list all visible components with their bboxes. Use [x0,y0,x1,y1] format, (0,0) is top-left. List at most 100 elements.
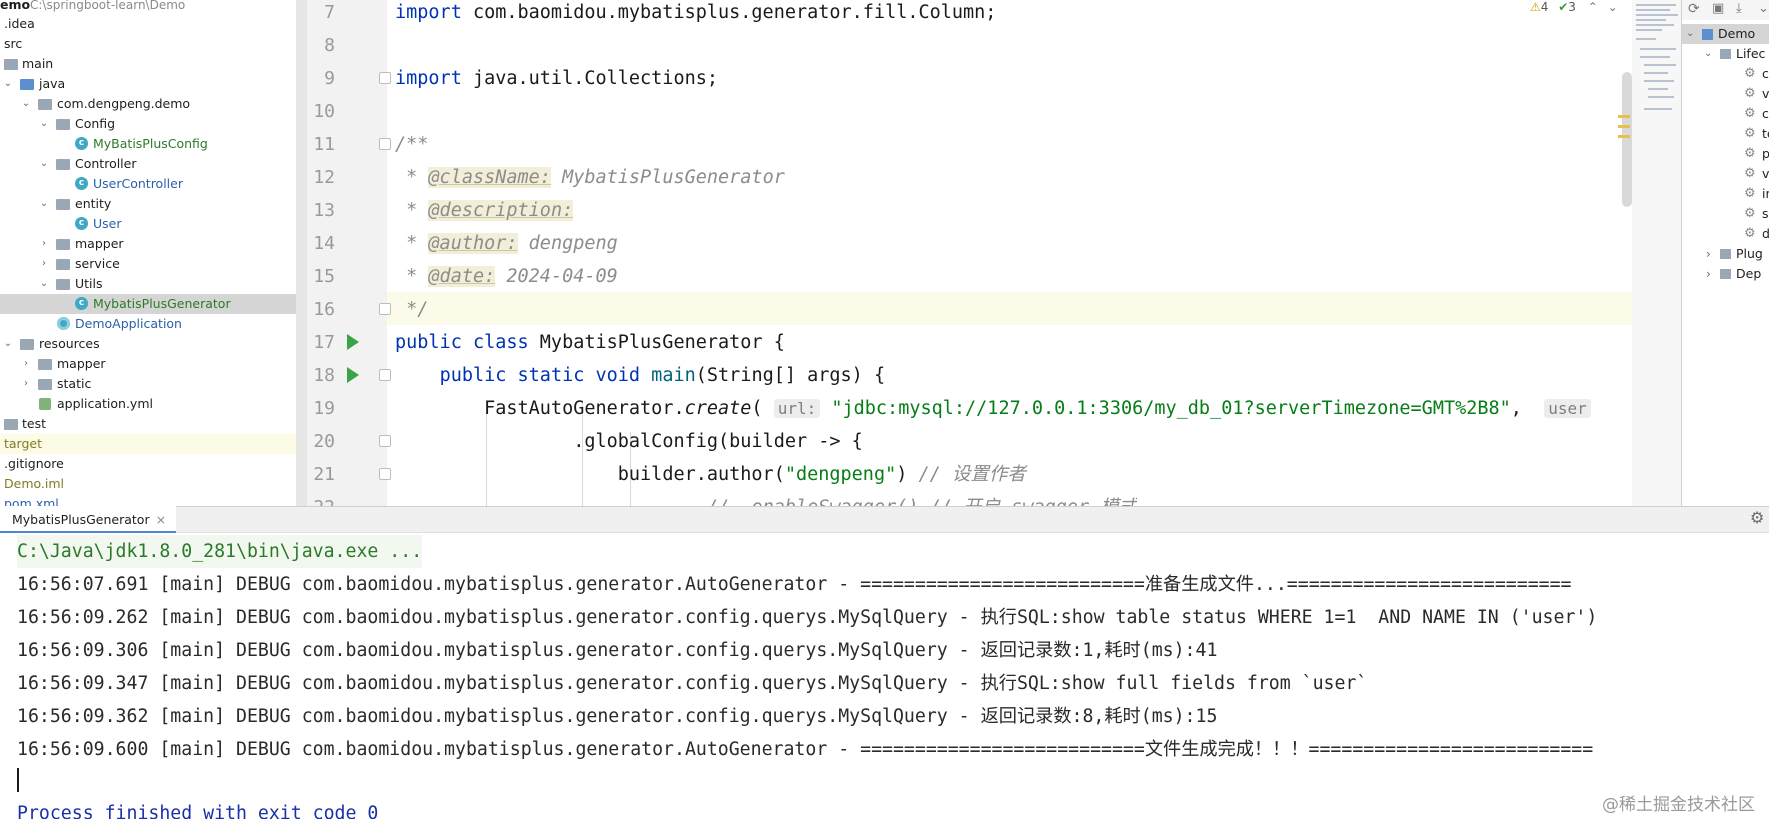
tree-item-res-mapper[interactable]: › mapper [0,354,305,374]
maven-phase-label: v [1762,86,1769,101]
minimap-line [1648,96,1674,98]
chevron-down-icon[interactable]: ⌄ [2,334,14,354]
tree-item-static[interactable]: › static [0,374,305,394]
tree-item-controller[interactable]: ⌄ Controller [0,154,305,174]
run-tab[interactable]: MybatisPlusGenerator × [0,506,177,533]
code-text: ( [751,398,774,419]
chevron-right-icon[interactable]: › [1706,244,1711,264]
tree-item-demoapplication[interactable]: DemoApplication [0,314,305,334]
chevron-down-icon[interactable]: ⌄ [38,114,50,134]
folder-icon [38,379,52,390]
warning-marker[interactable] [1618,125,1630,128]
chevron-down-icon[interactable]: ⌄ [1608,0,1618,14]
project-scrollbar-track[interactable] [296,0,307,506]
download-icon[interactable]: ⤓ [1736,1,1742,16]
tree-item-label: MyBatisPlusConfig [93,136,208,151]
text-caret [17,768,19,792]
tree-item-usercontroller[interactable]: c UserController [0,174,305,194]
tree-item-utils[interactable]: ⌄ Utils [0,274,305,294]
warning-marker[interactable] [1618,115,1630,118]
maven-project-demo[interactable]: ⌄ Demo [1682,24,1769,44]
chevron-right-icon[interactable]: › [1706,264,1711,284]
inspections-widget[interactable]: ⚠4 ✔3 ⌃ ⌄ [1530,0,1630,20]
line-number: 11 [313,134,335,155]
console-line: 16:56:09.600 [main] DEBUG com.baomidou.m… [17,739,1594,760]
tree-item-label: entity [75,196,112,211]
minimap-line [1648,88,1668,90]
run-tab-label: MybatisPlusGenerator [12,512,150,527]
tree-item-package[interactable]: ⌄ com.dengpeng.demo [0,94,305,114]
close-icon[interactable]: × [156,512,166,527]
chevron-down-icon[interactable]: ⌄ [1686,24,1694,44]
tree-item-demo-iml[interactable]: Demo.iml [0,474,305,494]
chevron-down-icon[interactable]: ⌄ [38,154,50,174]
tree-item-target[interactable]: target [0,434,305,454]
tree-item-mapper[interactable]: › mapper [0,234,305,254]
minimap-line [1636,4,1676,6]
run-gutter-icon[interactable] [347,334,359,350]
warning-marker[interactable] [1618,135,1630,138]
console-line: 16:56:09.262 [main] DEBUG com.baomidou.m… [17,607,1598,628]
tree-item-gitignore[interactable]: .gitignore [0,454,305,474]
gear-icon[interactable]: ⚙ [1750,508,1764,527]
tree-item-src[interactable]: src [0,34,305,54]
tree-item-label: service [75,256,120,271]
folder-plus-icon[interactable]: ▣ [1712,1,1724,16]
tree-item-java[interactable]: ⌄ java [0,74,305,94]
chevron-right-icon[interactable]: › [20,374,32,394]
tree-item-main[interactable]: main [0,54,305,74]
maven-module-icon [1702,29,1713,40]
tree-item-mybatisplusconfig[interactable]: c MyBatisPlusConfig [0,134,305,154]
tree-item-mybatisplusgenerator[interactable]: c MybatisPlusGenerator [0,294,305,314]
doc-tag: @author: [428,233,518,254]
fold-marker-icon[interactable] [379,72,391,84]
maven-phase-label: v [1762,166,1769,181]
tree-item-config[interactable]: ⌄ Config [0,114,305,134]
minimap-line [1644,80,1674,82]
tree-item-test[interactable]: test [0,414,305,434]
chevron-down-icon[interactable]: ⌄ [38,274,50,294]
chevron-up-icon[interactable]: ⌃ [1588,0,1598,14]
fold-marker-icon[interactable] [379,369,391,381]
spring-app-icon [57,317,70,330]
tree-item-user[interactable]: c User [0,214,305,234]
maven-phase-label: c [1762,66,1769,81]
editor-scrollbar[interactable] [1622,72,1632,207]
tree-item-label: target [4,436,43,451]
chevron-down-icon[interactable]: ⌄ [1758,1,1769,16]
chevron-down-icon[interactable]: ⌄ [1704,44,1712,64]
line-number: 9 [324,68,335,89]
chevron-down-icon[interactable]: ⌄ [2,74,14,94]
tree-item-label: src [4,36,23,51]
line-number: 14 [313,233,335,254]
fold-marker-icon[interactable] [379,303,391,315]
maven-toolbar: ⟳ ▣ ⤓ ⌄ [1682,0,1769,20]
fold-marker-icon[interactable] [379,468,391,480]
chevron-right-icon[interactable]: › [38,234,50,254]
fold-marker-icon[interactable] [379,138,391,150]
chevron-right-icon[interactable]: › [38,254,50,274]
minimap-line [1644,64,1676,66]
chevron-down-icon[interactable]: ⌄ [20,94,32,114]
code-minimap[interactable] [1632,0,1682,506]
tree-item-service[interactable]: › service [0,254,305,274]
package-icon [56,119,70,130]
tree-item-pom[interactable]: pom.xml [0,494,305,506]
package-icon [56,239,70,250]
tree-item-resources[interactable]: ⌄ resources [0,334,305,354]
tree-item-label: resources [39,336,100,351]
tree-item-entity[interactable]: ⌄ entity [0,194,305,214]
chevron-down-icon[interactable]: ⌄ [38,194,50,214]
code-line-21: builder.author("dengpeng") // 设置作者 [395,458,1026,491]
tree-root[interactable]: emo C:\springboot-learn\Demo [0,0,305,15]
folder-icon [4,419,18,430]
refresh-icon[interactable]: ⟳ [1688,1,1700,17]
doc-tag: @date: [428,266,496,287]
run-gutter-icon[interactable] [347,367,359,383]
tree-item-idea[interactable]: .idea [0,14,305,34]
chevron-right-icon[interactable]: › [20,354,32,374]
fold-marker-icon[interactable] [379,435,391,447]
tree-item-application-yml[interactable]: application.yml [0,394,305,414]
